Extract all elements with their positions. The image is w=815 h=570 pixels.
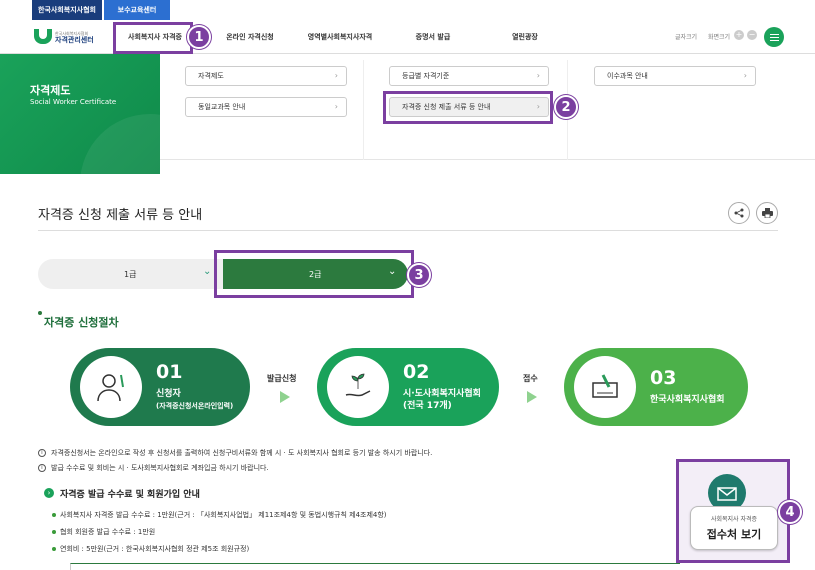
step-applicant: 01 신청자 (자격증신청서온라인입력) xyxy=(70,348,250,426)
side-banner: 자격제도 Social Worker Certificate xyxy=(0,54,160,174)
nav-item-certificate-issue[interactable]: 증명서 발급 xyxy=(393,20,473,54)
chevron-right-icon: › xyxy=(536,71,540,80)
certificate-icon xyxy=(574,356,636,418)
fee-item: 사회복지사 자격증 발급 수수료 : 1만원(근거 : 「사회복지사업법」 제1… xyxy=(52,511,387,519)
chevron-right-icon: › xyxy=(743,71,747,80)
logo-icon xyxy=(34,29,52,44)
arrow-right-icon xyxy=(280,391,290,403)
print-button[interactable] xyxy=(756,202,778,224)
top-tab-training-center[interactable]: 보수교육센터 xyxy=(104,0,170,20)
hand-plant-icon xyxy=(327,356,389,418)
logo-name: 자격관리센터 xyxy=(55,35,94,44)
chevron-right-icon: › xyxy=(334,71,338,80)
tab-label: 1급 xyxy=(124,270,137,279)
highlight-box xyxy=(676,459,790,563)
step-number: 03 xyxy=(650,367,677,389)
banner-decoration xyxy=(80,114,160,174)
step-regional-association: 02 시·도사회복지사협회 (전국 17개) xyxy=(317,348,499,426)
applicant-icon xyxy=(80,356,142,418)
banner-title: 자격제도 xyxy=(30,84,71,97)
menu-same-subject[interactable]: 동일교과목 안내 › xyxy=(185,97,347,117)
note-text: 자격증신청서는 온라인으로 작성 후 신청서를 출력하여 신청구비서류와 함께 … xyxy=(51,449,433,457)
menu-grade-criteria[interactable]: 등급별 자격기준 › xyxy=(389,66,549,86)
arrow-label-receive: 접수 xyxy=(523,374,538,383)
menu-course-info[interactable]: 이수과목 안내 › xyxy=(594,66,756,86)
site-logo[interactable]: 한국사회복지사협회 자격관리센터 xyxy=(34,29,94,44)
note-item: i 발급 수수료 및 회비는 시 · 도사회복지사협회로 계좌입금 하시기 바랍니… xyxy=(38,463,269,473)
menu-button[interactable] xyxy=(764,27,784,47)
share-icon xyxy=(734,208,744,218)
banner-subtitle: Social Worker Certificate xyxy=(30,98,117,106)
zoom-label: 화면크기 xyxy=(708,34,731,41)
tab-grade-1[interactable]: 1급 ⌄ xyxy=(38,259,223,289)
annotation-badge: 3 xyxy=(407,263,431,287)
fee-table-top xyxy=(70,563,680,570)
arrow-label-apply: 발급신청 xyxy=(267,374,297,383)
step-name: 신청자 xyxy=(156,389,181,399)
arrow-circle-icon: › xyxy=(44,488,54,498)
font-size-link[interactable]: 글자크기 xyxy=(675,32,697,41)
chevron-down-icon: ⌄ xyxy=(203,266,212,277)
annotation-badge: 2 xyxy=(554,95,578,119)
highlight-box xyxy=(383,91,553,124)
menu-cert-system[interactable]: 자격제도 › xyxy=(185,66,347,86)
highlight-box xyxy=(214,250,414,298)
step-number: 02 xyxy=(403,361,430,383)
step-name: 한국사회복지사협회 xyxy=(650,395,725,405)
nav-item-field-cert[interactable]: 영역별사회복지사자격 xyxy=(300,20,380,54)
zoom-in-button[interactable]: + xyxy=(734,30,744,40)
step-sub: (전국 17개) xyxy=(403,401,452,411)
note-text: 발급 수수료 및 회비는 시 · 도사회복지사협회로 계좌입금 하시기 바랍니다… xyxy=(51,464,269,472)
nav-item-open-square[interactable]: 열린광장 xyxy=(485,20,565,54)
menu-label: 이수과목 안내 xyxy=(607,72,648,80)
title-divider xyxy=(38,230,778,231)
share-button[interactable] xyxy=(728,202,750,224)
zoom-out-button[interactable]: − xyxy=(747,30,757,40)
fee-title: 자격증 발급 수수료 및 회원가입 안내 xyxy=(60,490,200,500)
top-tab-association[interactable]: 한국사회복지사협회 xyxy=(32,0,102,20)
print-icon xyxy=(761,208,773,218)
info-icon: i xyxy=(38,449,46,457)
chevron-right-icon: › xyxy=(334,102,338,111)
menu-label: 자격제도 xyxy=(198,72,224,80)
hamburger-icon xyxy=(769,33,779,41)
annotation-badge: 1 xyxy=(187,25,211,49)
menu-label: 등급별 자격기준 xyxy=(402,72,450,80)
page-title: 자격증 신청 제출 서류 등 안내 xyxy=(38,208,203,223)
mega-divider xyxy=(363,60,364,160)
section-bullet xyxy=(38,311,42,315)
note-item: i 자격증신청서는 온라인으로 작성 후 신청서를 출력하여 신청구비서류와 함께… xyxy=(38,448,432,458)
section-title: 자격증 신청절차 xyxy=(44,316,119,329)
fee-item: 협회 회원증 발급 수수료 : 1만원 xyxy=(51,528,156,536)
fee-item: 연회비 : 5만원(근거 : 한국사회복지사협회 정관 제5조 회원규정) xyxy=(51,545,250,553)
menu-label: 동일교과목 안내 xyxy=(198,103,246,111)
step-korea-association: 03 한국사회복지사협회 xyxy=(564,348,748,426)
step-number: 01 xyxy=(156,361,183,383)
nav-item-online-apply[interactable]: 온라인 자격신청 xyxy=(210,20,290,54)
step-sub: (자격증신청서온라인입력) xyxy=(156,402,234,410)
step-name: 시·도사회복지사협회 xyxy=(403,389,481,399)
arrow-right-icon xyxy=(527,391,537,403)
highlight-box xyxy=(113,22,193,54)
info-icon: i xyxy=(38,464,46,472)
annotation-badge: 4 xyxy=(778,500,802,524)
